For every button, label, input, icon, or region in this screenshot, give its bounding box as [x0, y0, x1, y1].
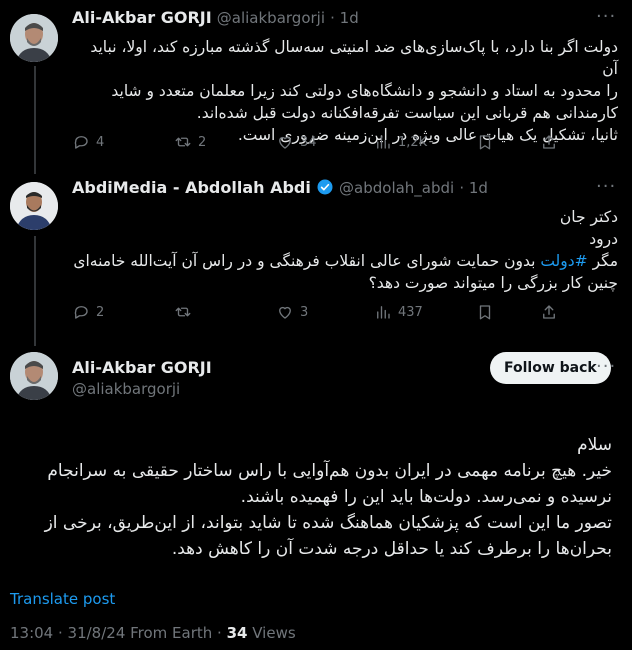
tweet-header: AbdiMedia - Abdollah Abdi @abdolah_abdi … — [72, 178, 488, 197]
avatar[interactable] — [10, 14, 58, 62]
bookmark-icon — [479, 305, 491, 320]
share-icon — [543, 135, 555, 149]
tweet-text-line: نرسیده و نمی‌رسد. دولت‌ها باید این را فه… — [240, 487, 612, 507]
tweet-text-line: دولت اگر بنا دارد، با پاک‌سازی‌های ضد ام… — [90, 38, 618, 78]
hashtag-link[interactable]: #دولت — [540, 252, 587, 270]
tweet-text-line: درود — [589, 230, 618, 248]
views-count: 437 — [398, 304, 423, 320]
username[interactable]: @abdolah_abdi — [339, 179, 454, 197]
tweet-header: Ali-Akbar GORJI @aliakbargorji · 1d — [72, 8, 359, 27]
verified-icon — [317, 179, 333, 195]
retweet-button[interactable] — [174, 303, 198, 321]
more-icon[interactable]: ··· — [596, 356, 616, 377]
like-button[interactable]: 34 — [276, 133, 317, 151]
tweet-text-line: را محدود به استاد و دانشجو و دانشگاه‌های… — [111, 82, 618, 100]
post-meta: 13:04 · 31/8/24 From Earth · 34 Views — [10, 624, 296, 642]
thread-line — [34, 236, 36, 346]
reply-count: 2 — [96, 304, 105, 320]
retweet-button[interactable]: 2 — [174, 133, 206, 151]
share-icon — [543, 305, 555, 319]
views-button[interactable]: 437 — [374, 303, 423, 321]
reply-button[interactable]: 4 — [72, 133, 104, 151]
tweet-text-line: چنین کار بزرگی را میتواند صورت دهد؟ — [368, 274, 618, 292]
more-icon[interactable]: ··· — [596, 6, 616, 27]
views-number: 34 — [226, 624, 248, 642]
views-icon — [377, 136, 390, 149]
reply-button[interactable]: 2 — [72, 303, 104, 321]
bookmark-icon — [479, 135, 491, 150]
tweet-text: سلام خیر. هیچ برنامه مهمی در ایران بدون … — [10, 432, 612, 562]
username[interactable]: @aliakbargorji — [72, 380, 180, 398]
bookmark-button[interactable] — [476, 303, 494, 321]
tweet-text-line: بحران‌ها را برطرف کند یا حداقل درجه شدت … — [171, 539, 612, 559]
like-count: 3 — [300, 304, 309, 320]
like-icon — [279, 136, 291, 149]
avatar[interactable] — [10, 182, 58, 230]
reply-icon — [74, 136, 88, 149]
bookmark-button[interactable] — [476, 133, 494, 151]
tweet-text-line: سلام — [577, 435, 612, 455]
tweet-actions: 2 3 437 — [72, 302, 562, 322]
translate-post-link[interactable]: Translate post — [10, 590, 115, 608]
tweet-text-line: مگر #دولت بدون حمایت شورای عالی انقلاب ف… — [70, 250, 618, 272]
tweet-text: دولت اگر بنا دارد، با پاک‌سازی‌های ضد ام… — [70, 36, 618, 146]
tweet-text-line: تصور ما این است که پزشکیان هماهنگ شده تا… — [44, 513, 612, 533]
avatar[interactable] — [10, 352, 58, 400]
thread-line — [34, 66, 36, 174]
retweet-icon — [175, 137, 191, 147]
tweet-text-line: کارمندانی هم قربانی این سیاست تفرقه‌افکن… — [196, 104, 618, 122]
more-icon[interactable]: ··· — [596, 176, 616, 197]
text-segment: بدون حمایت شورای عالی انقلاب فرهنگی و در… — [73, 252, 541, 270]
views-button[interactable]: 1,2K — [374, 133, 427, 151]
tweet-text-line: خیر. هیچ برنامه مهمی در ایران بدون هم‌آو… — [47, 461, 612, 481]
views-label: Views — [247, 624, 296, 642]
reply-icon — [74, 306, 88, 319]
timestamp[interactable]: · 1d — [459, 179, 488, 197]
tweet-text-line: دکتر جان — [559, 208, 618, 226]
views-icon — [377, 306, 390, 319]
post-timestamp[interactable]: 13:04 · 31/8/24 From Earth · — [10, 624, 227, 642]
views-count: 1,2K — [398, 134, 428, 150]
like-count: 34 — [300, 134, 317, 150]
username[interactable]: @aliakbargorji — [217, 9, 325, 27]
like-button[interactable]: 3 — [276, 303, 308, 321]
tweet-text: دکتر جان درود مگر #دولت بدون حمایت شورای… — [70, 206, 618, 294]
reply-count: 4 — [96, 134, 105, 150]
tweet-actions: 4 2 34 1,2K — [72, 132, 562, 152]
follow-back-button[interactable]: Follow back — [490, 352, 611, 384]
display-name[interactable]: Ali-Akbar GORJI — [72, 358, 212, 377]
retweet-count: 2 — [198, 134, 207, 150]
text-segment: مگر — [587, 252, 618, 270]
timestamp[interactable]: · 1d — [330, 9, 359, 27]
share-button[interactable] — [540, 303, 558, 321]
retweet-icon — [175, 307, 191, 317]
like-icon — [279, 306, 291, 319]
share-button[interactable] — [540, 133, 558, 151]
display-name[interactable]: AbdiMedia - Abdollah Abdi — [72, 178, 311, 197]
display-name[interactable]: Ali-Akbar GORJI — [72, 8, 212, 27]
